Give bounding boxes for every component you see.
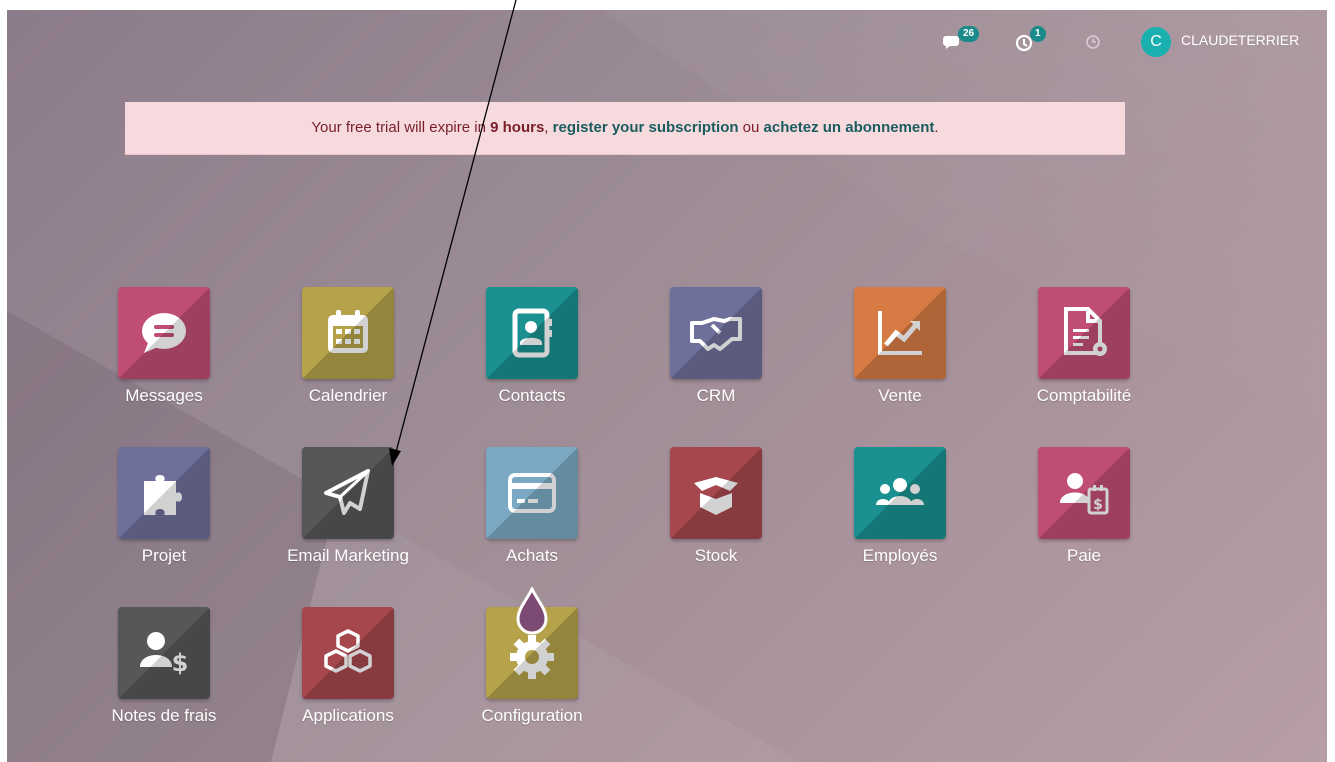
app-projet[interactable]: Projet [89, 447, 239, 566]
app-label: Email Marketing [287, 546, 409, 565]
banner-end: . [934, 119, 939, 136]
address-book-icon [512, 308, 552, 358]
app-label: Applications [302, 706, 394, 725]
clock-icon[interactable] [1085, 34, 1101, 50]
register-subscription-link[interactable]: register your subscription [553, 119, 739, 136]
app-notes-de-frais[interactable]: $ Notes de frais [89, 607, 239, 726]
app-tile[interactable] [486, 287, 578, 379]
activity-menu[interactable]: 1 [1015, 26, 1051, 54]
app-stock[interactable]: Stock [641, 447, 791, 566]
activity-count-badge: 1 [1030, 26, 1046, 42]
app-applications[interactable]: Applications [273, 607, 423, 726]
app-label: Contacts [498, 386, 566, 405]
app-tile[interactable] [118, 447, 210, 539]
svg-text:$: $ [1093, 497, 1103, 513]
app-tile[interactable] [854, 447, 946, 539]
app-label: Notes de frais [111, 706, 217, 725]
user-dollar-icon: $ [140, 632, 189, 677]
app-employes[interactable]: Employés [825, 447, 975, 566]
app-comptabilite[interactable]: Comptabilité [1009, 287, 1159, 406]
app-crm[interactable]: CRM [641, 287, 791, 406]
line-chart-icon [878, 311, 922, 355]
app-contacts[interactable]: Contacts [457, 287, 607, 406]
credit-card-icon [508, 473, 556, 513]
gear-icon [510, 635, 554, 679]
paper-plane-icon [324, 469, 370, 515]
app-label: Vente [878, 386, 922, 405]
app-tile[interactable] [302, 287, 394, 379]
user-menu[interactable]: CLAUDETERRIER [1181, 32, 1299, 48]
app-paie[interactable]: $ Paie [1009, 447, 1159, 566]
app-label: Configuration [481, 706, 583, 725]
app-tile[interactable] [118, 287, 210, 379]
app-label: Messages [125, 386, 203, 405]
trial-banner: Your free trial will expire in 9 hours, … [125, 102, 1125, 155]
open-box-icon [694, 477, 738, 515]
svg-text:$: $ [172, 649, 189, 677]
app-label: CRM [696, 386, 736, 405]
app-vente[interactable]: Vente [825, 287, 975, 406]
drop-icon [516, 587, 548, 635]
banner-or: ou [738, 119, 764, 136]
home-screen: 26 1 C CLAUDETERRIER Your free trial wil… [7, 10, 1327, 762]
app-tile[interactable] [670, 447, 762, 539]
messages-count-badge: 26 [958, 26, 980, 42]
app-configuration[interactable]: Configuration [457, 587, 607, 726]
app-tile[interactable] [854, 287, 946, 379]
banner-text: Your free trial will expire in [311, 119, 491, 136]
puzzle-icon [144, 475, 182, 515]
app-tile[interactable] [486, 587, 578, 699]
app-messages[interactable]: Messages [89, 287, 239, 406]
app-tile[interactable] [670, 287, 762, 379]
buy-subscription-link[interactable]: achetez un abonnement [764, 119, 935, 136]
app-label: Achats [506, 546, 558, 565]
app-calendrier[interactable]: Calendrier [273, 287, 423, 406]
app-email-marketing[interactable]: Email Marketing [273, 447, 423, 566]
app-label: Paie [1066, 546, 1102, 565]
app-label: Stock [694, 546, 738, 565]
app-label: Employés [862, 546, 938, 565]
app-label: Calendrier [308, 386, 388, 405]
app-label: Comptabilité [1036, 386, 1132, 405]
handshake-icon [690, 317, 742, 351]
app-tile[interactable]: $ [118, 607, 210, 699]
app-tile[interactable]: $ [1038, 447, 1130, 539]
app-tile[interactable] [302, 447, 394, 539]
app-tile[interactable] [1038, 287, 1130, 379]
app-tile[interactable] [302, 607, 394, 699]
avatar[interactable]: C [1141, 27, 1171, 57]
app-label: Projet [141, 546, 187, 565]
chat-bubble-icon [142, 313, 186, 353]
app-tile[interactable] [486, 447, 578, 539]
banner-separator: , [544, 119, 553, 136]
banner-hours: 9 hours [490, 119, 545, 136]
users-icon [876, 478, 924, 505]
user-payslip-icon: $ [1060, 473, 1109, 515]
invoice-gear-icon [1064, 307, 1107, 356]
messages-menu[interactable]: 26 [942, 26, 982, 54]
app-achats[interactable]: Achats [457, 447, 607, 566]
cubes-icon [324, 629, 372, 673]
calendar-icon [328, 310, 368, 353]
